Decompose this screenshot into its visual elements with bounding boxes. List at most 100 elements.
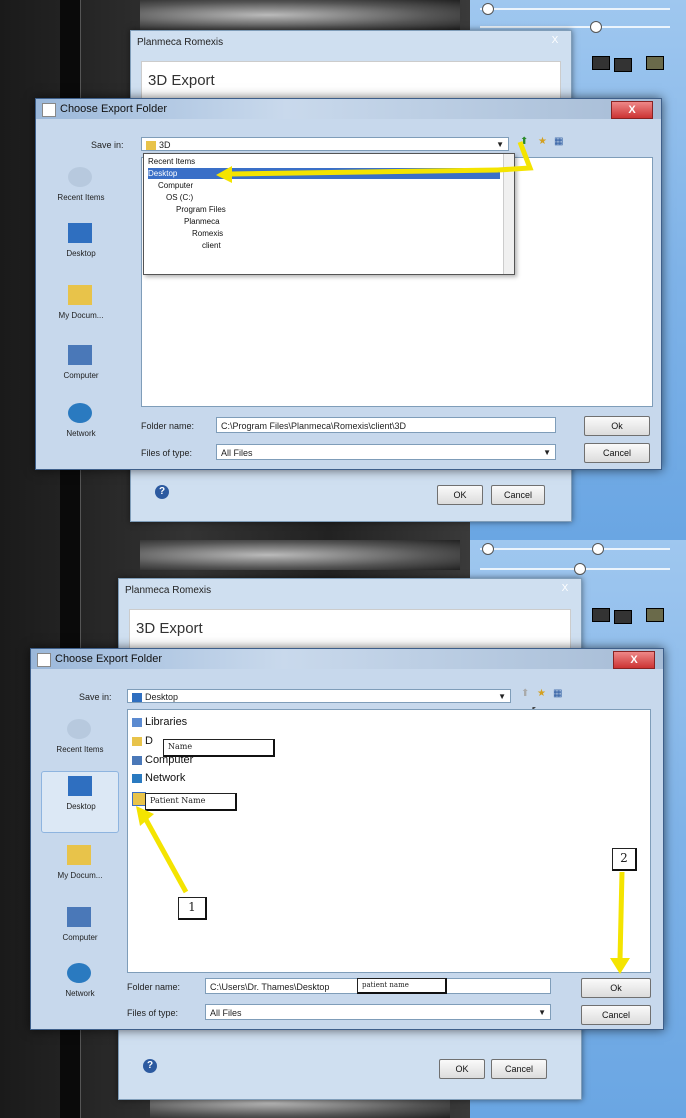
dropdown-item-computer[interactable]: Computer: [158, 180, 193, 191]
romexis-cancel-button[interactable]: Cancel: [491, 1059, 547, 1079]
up-folder-icon[interactable]: ⬆: [521, 688, 529, 699]
dialog-cancel-button[interactable]: Cancel: [584, 443, 650, 463]
chevron-down-icon: ▼: [538, 1008, 546, 1017]
save-in-dropdown-list: Recent Items Desktop Computer OS (C:) Pr…: [143, 153, 515, 275]
slider-knob-2[interactable]: [590, 21, 602, 33]
dialog-close-button[interactable]: X: [613, 651, 655, 669]
ct-image: [140, 0, 460, 30]
romexis-ok-button[interactable]: OK: [437, 485, 483, 505]
desktop-icon: [68, 776, 92, 796]
romexis-close-button[interactable]: X: [557, 583, 573, 595]
places-bar: Recent Items Desktop My Docum... Compute…: [41, 713, 119, 1013]
dropdown-item-recent-items[interactable]: Recent Items: [148, 156, 195, 167]
step-2-callout: 2: [612, 848, 637, 871]
place-computer[interactable]: Computer: [42, 341, 120, 391]
place-desktop[interactable]: Desktop: [41, 771, 119, 833]
place-my-documents[interactable]: My Docum...: [42, 281, 120, 331]
name-callout: Name: [163, 739, 275, 757]
slider-knob[interactable]: [482, 3, 494, 15]
dropdown-item-romexis[interactable]: Romexis: [192, 228, 223, 239]
network-globe-icon: [67, 963, 91, 983]
bottom-panel: Planmeca Romexis X 3D Export ? OK Cancel…: [0, 540, 686, 1118]
romexis-footer: ? OK Cancel: [141, 477, 561, 511]
romexis-footer: ? OK Cancel: [129, 1051, 571, 1085]
documents-folder-icon: [68, 285, 92, 305]
file-item-network[interactable]: Network: [132, 772, 185, 784]
chevron-down-icon: ▼: [498, 692, 506, 701]
save-in-value: Desktop: [145, 692, 179, 702]
save-in-label: Save in:: [91, 140, 124, 150]
place-recent-items[interactable]: Recent Items: [41, 715, 119, 765]
slider-knob[interactable]: [482, 543, 494, 555]
folder-name-callout: patient name: [357, 978, 447, 994]
tooth-icon[interactable]: [646, 608, 664, 622]
recent-items-icon: [68, 167, 92, 187]
layout-icon[interactable]: [614, 58, 632, 72]
dropdown-item-planmeca[interactable]: Planmeca: [184, 216, 220, 227]
folder-icon: [132, 792, 146, 806]
dropdown-item-client[interactable]: client: [202, 240, 221, 251]
romexis-close-button[interactable]: X: [547, 35, 563, 47]
slider-knob-2[interactable]: [592, 543, 604, 555]
file-item-libraries[interactable]: Libraries: [132, 716, 187, 728]
dialog-close-button[interactable]: X: [611, 101, 653, 119]
romexis-cancel-button[interactable]: Cancel: [491, 485, 545, 505]
choose-export-folder-dialog: Choose Export Folder X Save in: 3D ▼ ⬆ ★…: [35, 98, 662, 470]
slider-track[interactable]: [480, 8, 670, 10]
romexis-header: 3D Export: [129, 609, 571, 651]
place-network[interactable]: Network: [41, 959, 119, 1009]
ct-image: [140, 540, 460, 570]
dropdown-item-desktop[interactable]: Desktop: [148, 168, 500, 179]
view-menu-icon[interactable]: ▦: [554, 136, 563, 147]
file-item-user-folder[interactable]: D: [132, 735, 153, 747]
dropdown-scrollbar[interactable]: [503, 154, 514, 274]
files-of-type-label: Files of type:: [127, 1008, 179, 1018]
save-in-label: Save in:: [79, 692, 112, 702]
view-icon[interactable]: [592, 56, 610, 70]
slider-knob-3[interactable]: [574, 563, 586, 575]
romexis-title: Planmeca Romexis: [137, 37, 224, 48]
up-folder-icon[interactable]: ⬆: [520, 136, 528, 147]
dropdown-item-program-files[interactable]: Program Files: [176, 204, 226, 215]
new-folder-icon[interactable]: ★: [538, 136, 547, 147]
romexis-title: Planmeca Romexis: [125, 585, 212, 596]
new-folder-icon[interactable]: ★: [537, 688, 546, 699]
file-item-label: Network: [145, 772, 186, 784]
slider-track-2[interactable]: [480, 26, 670, 28]
dialog-title: Choose Export Folder: [55, 653, 162, 665]
view-menu-icon[interactable]: ▦: [553, 688, 562, 699]
place-network[interactable]: Network: [42, 399, 120, 449]
desktop-icon: [132, 693, 142, 703]
help-icon[interactable]: ?: [143, 1059, 157, 1073]
chevron-down-icon: ▼: [543, 448, 551, 457]
folder-name-input[interactable]: C:\Program Files\Planmeca\Romexis\client…: [216, 417, 556, 433]
tooth-icon[interactable]: [646, 56, 664, 70]
romexis-header: 3D Export: [141, 61, 561, 103]
user-folder-icon: [132, 736, 142, 746]
dialog-titlebar: Choose Export Folder X: [36, 99, 661, 119]
romexis-ok-button[interactable]: OK: [439, 1059, 485, 1079]
computer-icon: [68, 345, 92, 365]
network-icon: [132, 773, 142, 783]
place-recent-items[interactable]: Recent Items: [42, 163, 120, 213]
help-icon[interactable]: ?: [155, 485, 169, 499]
place-my-documents[interactable]: My Docum...: [41, 841, 119, 891]
patient-name-callout: Patient Name: [145, 793, 237, 811]
layout-icon[interactable]: [614, 610, 632, 624]
files-of-type-select[interactable]: All Files ▼: [216, 444, 556, 460]
dialog-cancel-button[interactable]: Cancel: [581, 1005, 651, 1025]
documents-folder-icon: [67, 845, 91, 865]
slider-track[interactable]: [480, 548, 670, 550]
export-heading: 3D Export: [136, 620, 203, 637]
dialog-ok-button[interactable]: Ok: [581, 978, 651, 998]
recent-items-icon: [67, 719, 91, 739]
dialog-ok-button[interactable]: Ok: [584, 416, 650, 436]
save-in-combo[interactable]: Desktop ▼: [127, 689, 511, 703]
place-computer[interactable]: Computer: [41, 903, 119, 953]
place-desktop[interactable]: Desktop: [42, 219, 120, 269]
files-of-type-select[interactable]: All Files ▼: [205, 1004, 551, 1020]
save-in-combo[interactable]: 3D ▼: [141, 137, 509, 151]
dialog-titlebar: Choose Export Folder X: [31, 649, 663, 669]
view-icon[interactable]: [592, 608, 610, 622]
dropdown-item-os-c[interactable]: OS (C:): [166, 192, 193, 203]
